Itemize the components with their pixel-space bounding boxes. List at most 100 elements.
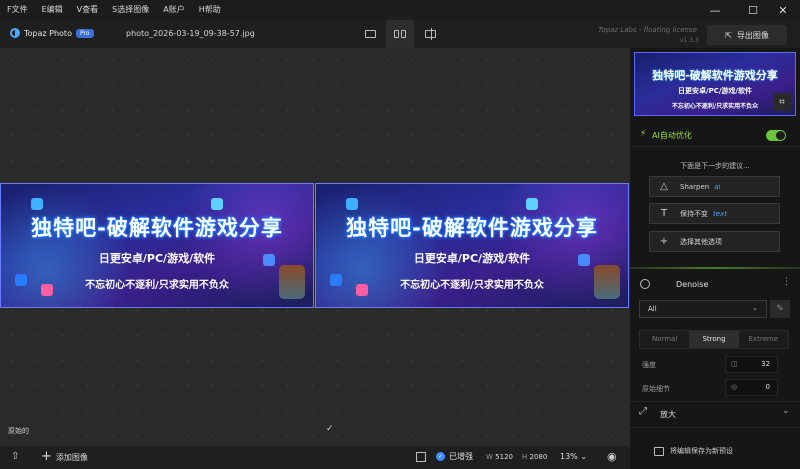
save-preset-button[interactable]: 将编辑保存为新预设 — [654, 446, 733, 456]
denoise-header[interactable]: Denoise ⋮ — [630, 274, 800, 296]
mode-strong[interactable]: Strong — [689, 331, 739, 348]
add-image-button[interactable]: + 添加图像 — [41, 449, 88, 464]
side-by-side-icon — [394, 30, 406, 38]
denoise-mode-segment: Normal Strong Extreme — [639, 330, 789, 349]
mode-extreme[interactable]: Extreme — [738, 331, 788, 348]
menu-account[interactable]: A账户 — [156, 0, 191, 20]
mode-normal[interactable]: Normal — [640, 331, 690, 348]
enhanced-label: 已增强 — [449, 452, 473, 461]
preset-icon — [654, 446, 664, 456]
menu-view[interactable]: V查看 — [70, 0, 105, 20]
thumbnail-tagline: 不忘初心不逐利/只求实用不负众 — [671, 103, 759, 110]
check-icon: ✓ — [326, 424, 334, 434]
enhanced-image: 独特吧-破解软件游戏分享 日更安卓/PC/游戏/软件 不忘初心不逐利/只求实用不… — [315, 183, 629, 308]
sticker-icon — [346, 198, 358, 210]
maximize-button[interactable]: ☐ — [736, 0, 770, 20]
zoom-selector[interactable]: 13% ⌄ — [560, 452, 587, 461]
fit-frame-icon[interactable] — [416, 452, 426, 462]
suggestion-label: Sharpen — [680, 182, 710, 191]
view-side-by-side-button[interactable] — [386, 20, 414, 48]
single-view-icon — [364, 30, 376, 38]
suggestion-keep-button[interactable]: T 保持不变 text — [649, 203, 780, 224]
license-text: Topaz Labs - floating license — [598, 26, 697, 34]
bottom-bar: ⇧ + 添加图像 ✓ 已增强 W 5120 H 2080 13% ⌄ ◉ — [0, 446, 630, 469]
strength-input[interactable]: ◫ 32 — [725, 356, 778, 373]
image-subtitle: 日更安卓/PC/游戏/软件 — [98, 252, 216, 265]
navigator-thumbnail[interactable]: 独特吧-破解软件游戏分享 日更安卓/PC/游戏/软件 不忘初心不逐利/只求实用不… — [634, 52, 796, 116]
width-value: 5120 — [495, 453, 513, 461]
thumbnail-title: 独特吧-破解软件游戏分享 — [652, 69, 778, 82]
image-title: 独特吧-破解软件游戏分享 — [346, 216, 598, 240]
detail-icon: ◎ — [731, 383, 738, 391]
strength-value: 32 — [761, 360, 770, 368]
ai-auto-toggle[interactable] — [766, 130, 786, 141]
ai-auto-label: AI自动优化 — [652, 131, 692, 140]
enhanced-toggle[interactable]: ✓ 已增强 — [436, 451, 473, 462]
export-label: 导出图像 — [736, 30, 769, 40]
text-icon: T — [660, 208, 668, 219]
menu-select-image[interactable]: S选择图像 — [105, 0, 156, 20]
edit-icon[interactable]: ✎ — [770, 300, 790, 318]
image-tagline: 不忘初心不逐利/只求实用不负众 — [400, 280, 544, 291]
menu-file[interactable]: F文件 — [0, 0, 35, 20]
original-detail-input[interactable]: ◎ 0 — [725, 379, 778, 396]
globe-icon — [640, 279, 650, 289]
add-image-label: 添加图像 — [55, 452, 88, 462]
suggestion-label: 选择其他选项 — [680, 237, 722, 246]
original-image: 独特吧-破解软件游戏分享 日更安卓/PC/游戏/软件 不忘初心不逐利/只求实用不… — [0, 183, 314, 308]
height-label: H — [522, 453, 528, 461]
height-readout: H 2080 — [522, 453, 547, 461]
enlarge-section[interactable]: ⤢ 放大 ⌄ — [630, 403, 800, 425]
chevron-down-icon[interactable]: ⌄ — [782, 406, 790, 416]
plus-icon: + — [659, 236, 669, 247]
export-image-button[interactable]: ⇱ 导出图像 — [707, 25, 787, 45]
minimize-button[interactable]: — — [698, 0, 732, 20]
triangle-icon: △ — [660, 181, 668, 192]
image-tagline: 不忘初心不逐利/只求实用不负众 — [85, 280, 229, 291]
zoom-value: 13% — [560, 452, 578, 461]
character-figure — [279, 265, 305, 299]
version-text: v1.3.3 — [680, 37, 699, 44]
suggestion-tag: ai — [714, 182, 721, 191]
original-detail-value: 0 — [765, 383, 770, 391]
enlarge-title: 放大 — [660, 410, 676, 419]
lightning-icon: ⚡ — [640, 129, 647, 139]
menu-help[interactable]: H帮助 — [192, 0, 228, 20]
suggestion-other-button[interactable]: + 选择其他选项 — [649, 231, 780, 252]
divider — [630, 401, 800, 402]
denoise-model-select[interactable]: All ⌄ — [639, 300, 767, 318]
width-label: W — [486, 453, 493, 461]
export-icon: ⇱ — [725, 30, 732, 40]
split-view-icon — [424, 28, 436, 40]
strength-label: 强度 — [642, 361, 656, 369]
menu-bar: F文件 E编辑 V查看 S选择图像 A账户 H帮助 — [0, 0, 800, 20]
close-button[interactable]: ✕ — [766, 0, 800, 20]
model-value: All — [648, 305, 657, 313]
app-name: Topaz Photo — [24, 28, 72, 38]
view-single-button[interactable] — [356, 20, 384, 48]
eye-icon[interactable]: ◉ — [607, 450, 620, 463]
app-logo: Topaz Photo Pro — [10, 28, 94, 38]
denoise-title: Denoise — [676, 280, 709, 289]
suggestion-label: 保持不变 — [680, 209, 708, 218]
expand-arrows-icon: ⤢ — [639, 406, 647, 417]
section-separator — [630, 267, 800, 269]
sticker-icon — [31, 198, 43, 210]
height-value: 2080 — [529, 453, 548, 461]
suggestion-sharpen-button[interactable]: △ Sharpen ai — [649, 176, 780, 197]
original-detail-label: 原始细节 — [642, 385, 670, 393]
file-name: photo_2026-03-19_09-38-57.jpg — [126, 29, 255, 38]
upload-icon[interactable]: ⇧ — [11, 451, 19, 462]
save-preset-label: 将编辑保存为新预设 — [670, 447, 733, 455]
divider — [630, 427, 800, 428]
toolbar: Topaz Photo Pro photo_2026-03-19_09-38-5… — [0, 20, 630, 48]
more-icon[interactable]: ⋮ — [782, 277, 791, 287]
chevron-down-icon: ⌄ — [752, 304, 758, 312]
view-split-button[interactable] — [416, 20, 444, 48]
menu-edit[interactable]: E编辑 — [35, 0, 70, 20]
crop-icon[interactable]: ⌗ — [773, 93, 791, 111]
image-canvas[interactable]: 独特吧-破解软件游戏分享 日更安卓/PC/游戏/软件 不忘初心不逐利/只求实用不… — [0, 48, 630, 446]
sticker-icon — [211, 198, 223, 210]
original-label: 原始的 — [8, 427, 29, 435]
plus-icon: + — [41, 449, 52, 464]
